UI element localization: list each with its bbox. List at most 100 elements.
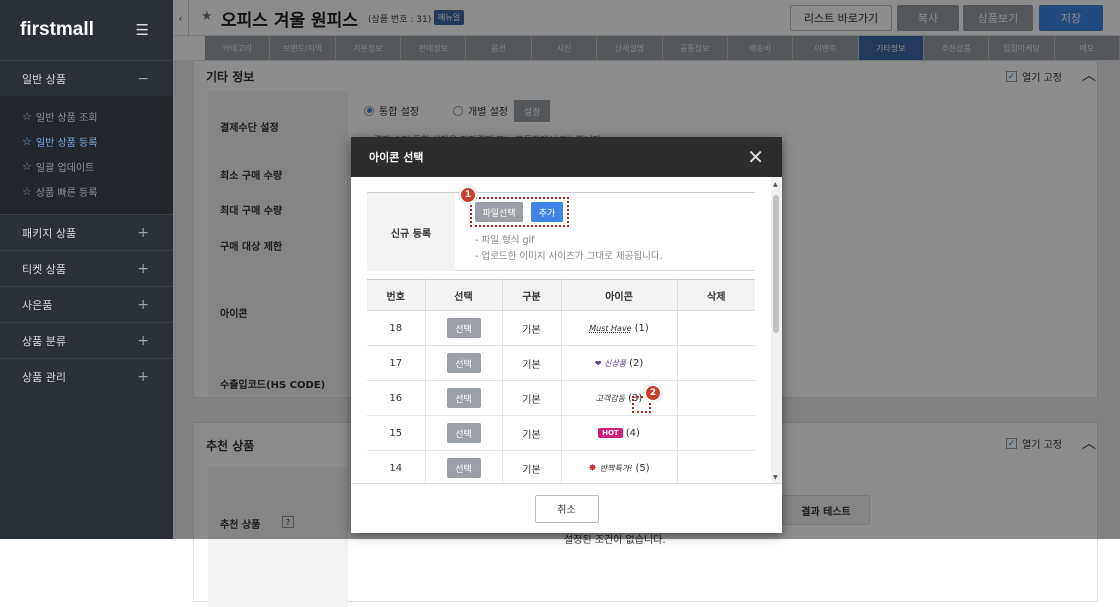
col-number: 번호 [367, 279, 426, 311]
star-icon: ☆ [22, 110, 32, 123]
row-icon-cell: HOT (4) [561, 415, 678, 451]
select-button[interactable]: 선택 [446, 388, 481, 408]
icon-count: (1) [634, 322, 649, 334]
row-type: 기본 [502, 450, 562, 483]
table-row: 15 선택 기본 HOT (4) [367, 415, 755, 451]
col-icon: 아이콘 [561, 279, 678, 311]
expand-icon[interactable]: + [137, 225, 149, 241]
step-marker-1: 1 [459, 186, 477, 204]
customer-impress-icon: 고객감동 [595, 393, 626, 403]
sidebar-header: firstmall ☰ [0, 0, 173, 60]
file-format-note: - 파일 형식 gif [475, 235, 535, 246]
select-button[interactable]: 선택 [446, 318, 481, 338]
col-delete: 삭제 [677, 279, 755, 311]
add-button[interactable]: 추가 [531, 202, 563, 222]
star-icon: ☆ [22, 185, 32, 198]
sidebar-group-label: 상품 관리 [22, 370, 66, 384]
sidebar-item-quick-register[interactable]: ☆ 상품 빠른 등록 [0, 179, 173, 204]
step-marker-2: 2 [644, 384, 662, 402]
sidebar-group-label: 티켓 상품 [22, 262, 66, 276]
table-header-row: 번호 선택 구분 아이콘 삭제 [367, 279, 755, 311]
row-delete-cell [677, 345, 755, 381]
sidebar: firstmall ☰ 일반 상품 − ☆ 일반 상품 조회 ☆ 일반 상품 등록 … [0, 0, 173, 539]
sidebar-group-package[interactable]: 패키지 상품 + [0, 214, 173, 250]
sidebar-item-bulk-update[interactable]: ☆ 일괄 업데이트 [0, 154, 173, 179]
sidebar-item-label: 일반 상품 조회 [35, 113, 98, 124]
row-number: 14 [367, 450, 426, 483]
must-have-icon: Must Have [589, 323, 632, 333]
new-registration: 신규 등록 파일선택 추가 1 - 파일 형식 gif - 업로드한 이미지 사… [367, 186, 755, 271]
icon-table: 번호 선택 구분 아이콘 삭제 18 선택 기본 Must Have (1) 17 [367, 279, 755, 483]
table-row: 16 선택 기본 고객감동 (3) [367, 380, 755, 416]
icon-count: (4) [625, 427, 640, 439]
scroll-up-icon[interactable]: ▲ [773, 181, 778, 188]
row-icon-cell: ✸ 반짝특가! (5) [561, 450, 678, 483]
hot-icon: HOT [598, 428, 623, 439]
table-row: 17 선택 기본 ❤ 신상품 (2) [367, 345, 755, 381]
row-type: 기본 [502, 380, 562, 416]
row-number: 15 [367, 415, 426, 451]
star-icon: ☆ [22, 135, 32, 148]
cancel-button[interactable]: 취소 [534, 494, 599, 523]
expand-icon[interactable]: + [137, 369, 149, 385]
sidebar-item-label: 일반 상품 등록 [35, 138, 98, 149]
row-select-cell: 선택 [425, 450, 503, 483]
modal-body: 신규 등록 파일선택 추가 1 - 파일 형식 gif - 업로드한 이미지 사… [351, 177, 782, 483]
row-delete-cell [677, 415, 755, 451]
new-product-icon: ❤ 신상품 [594, 358, 627, 368]
select-button[interactable]: 선택 [446, 353, 481, 373]
modal-scrollbar[interactable]: ▲ ▼ [771, 177, 782, 483]
row-delete-cell [677, 380, 755, 416]
row-select-cell: 선택 [425, 310, 503, 346]
modal-footer: 취소 [351, 483, 782, 533]
logo[interactable]: firstmall [20, 19, 94, 41]
menu-icon[interactable]: ☰ [136, 21, 149, 39]
expand-icon[interactable]: + [137, 333, 149, 349]
sidebar-item-label: 상품 빠른 등록 [35, 188, 98, 199]
row-number: 16 [367, 380, 426, 416]
scroll-thumb[interactable] [773, 195, 779, 333]
sidebar-group-label: 패키지 상품 [22, 226, 77, 240]
close-icon[interactable]: ✕ [747, 147, 764, 167]
row-type: 기본 [502, 310, 562, 346]
sidebar-group-label: 일반 상품 [22, 72, 66, 86]
row-select-cell: 선택 [425, 380, 503, 416]
sidebar-group-ticket[interactable]: 티켓 상품 + [0, 250, 173, 286]
flash-sale-icon: 반짝특가! [599, 463, 633, 473]
sidebar-group-label: 사은품 [22, 298, 53, 312]
table-row: 14 선택 기본 ✸ 반짝특가! (5) [367, 450, 755, 483]
select-button[interactable]: 선택 [446, 423, 481, 443]
select-button[interactable]: 선택 [446, 458, 481, 478]
row-number: 17 [367, 345, 426, 381]
image-size-note: - 업로드한 이미지 사이즈가 그대로 제공됩니다. [475, 251, 663, 262]
row-icon-cell: Must Have (1) [561, 310, 678, 346]
sidebar-group-general[interactable]: 일반 상품 − [0, 60, 173, 96]
file-select-button[interactable]: 파일선택 [475, 202, 523, 222]
row-type: 기본 [502, 345, 562, 381]
sidebar-item-general-register[interactable]: ☆ 일반 상품 등록 [0, 129, 173, 154]
star-icon: ☆ [22, 160, 32, 173]
expand-icon[interactable]: + [137, 297, 149, 313]
table-row: 18 선택 기본 Must Have (1) [367, 310, 755, 346]
icon-select-modal: 아이콘 선택 ✕ 신규 등록 파일선택 추가 1 - 파일 형식 gif - 업… [351, 137, 782, 533]
collapse-icon[interactable]: − [137, 71, 149, 87]
sidebar-group-manage[interactable]: 상품 관리 + [0, 358, 173, 394]
icon-count: (2) [629, 357, 644, 369]
sidebar-group-category[interactable]: 상품 분류 + [0, 322, 173, 358]
new-registration-label: 신규 등록 [367, 193, 455, 271]
scroll-down-icon[interactable]: ▼ [773, 474, 778, 481]
icon-count: (5) [635, 462, 650, 474]
row-select-cell: 선택 [425, 345, 503, 381]
expand-icon[interactable]: + [137, 261, 149, 277]
burst-icon: ✸ [588, 462, 597, 474]
sidebar-item-general-list[interactable]: ☆ 일반 상품 조회 [0, 104, 173, 129]
sidebar-group-gift[interactable]: 사은품 + [0, 286, 173, 322]
sidebar-group-label: 상품 분류 [22, 334, 66, 348]
sidebar-item-label: 일괄 업데이트 [35, 163, 95, 174]
row-type: 기본 [502, 415, 562, 451]
modal-title: 아이콘 선택 [369, 151, 424, 164]
sidebar-submenu: ☆ 일반 상품 조회 ☆ 일반 상품 등록 ☆ 일괄 업데이트 ☆ 상품 빠른 등록 [0, 96, 173, 214]
col-type: 구분 [502, 279, 562, 311]
row-number: 18 [367, 310, 426, 346]
row-delete-cell [677, 450, 755, 483]
